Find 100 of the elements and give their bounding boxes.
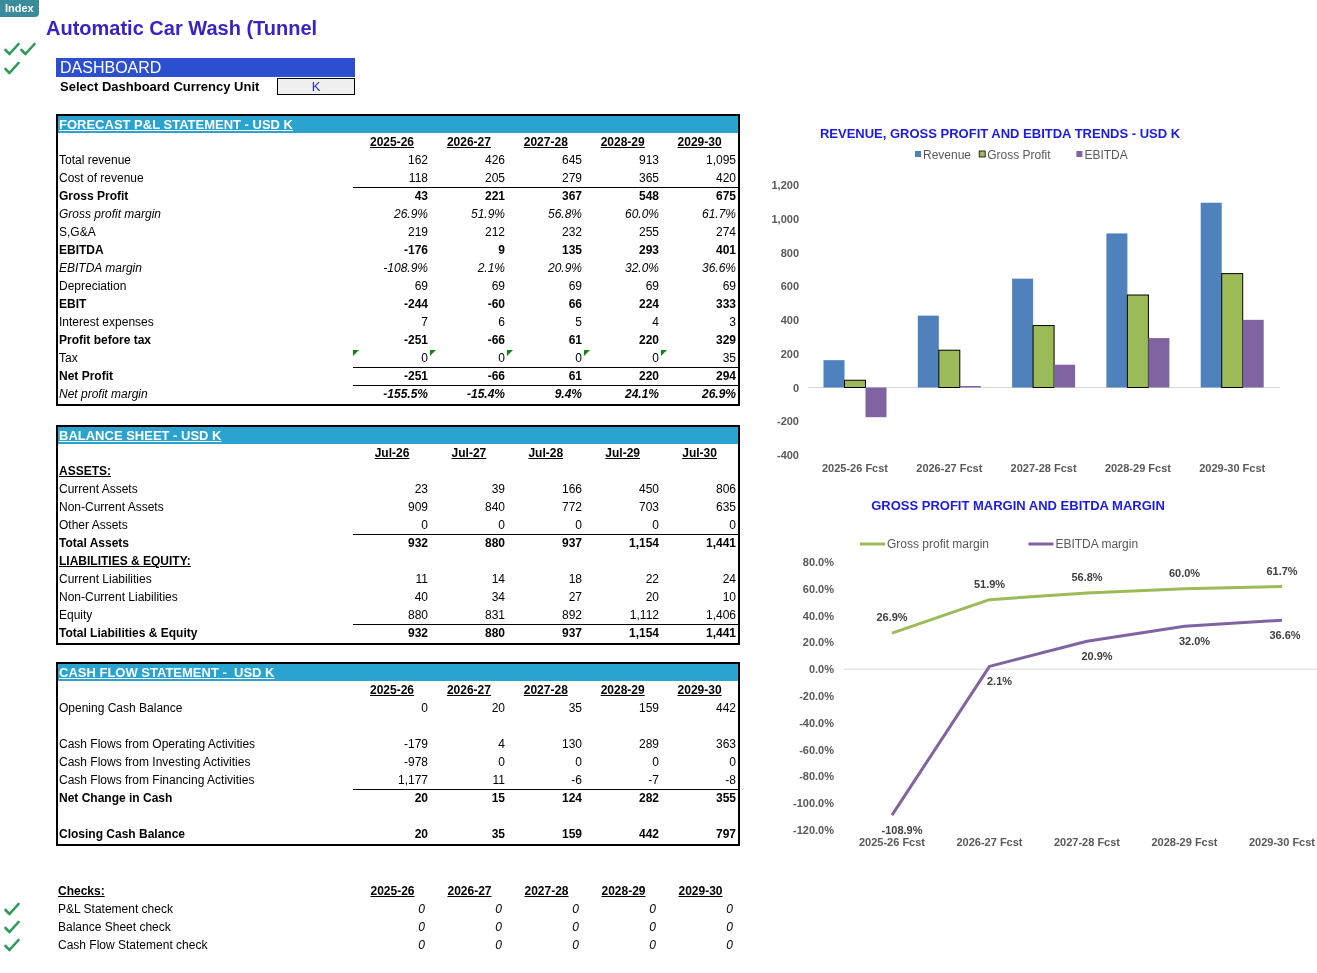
legend-label: Gross Profit [987, 148, 1051, 162]
table-cell: 937 [561, 625, 582, 642]
axis-label: -40.0% [799, 716, 834, 729]
axis-label: 1,000 [771, 212, 799, 225]
table-cell: 20 [645, 589, 659, 606]
axis-label: 1,200 [771, 179, 799, 191]
row-label: Current Liabilities [58, 571, 153, 588]
table-cell: 35 [568, 700, 582, 717]
table-cell: 212 [484, 224, 505, 241]
table-cell-text: 0 [649, 901, 656, 918]
row-label: Cost of revenue [58, 170, 145, 187]
column-header: 2029-30 [678, 883, 723, 900]
row-label: Total revenue [58, 152, 133, 169]
index-tab[interactable]: Index [0, 0, 39, 17]
column-header: Jul-26 [374, 445, 410, 462]
table-cell: 11 [415, 571, 428, 588]
table-cell: 3 [729, 314, 736, 331]
table-cell: -15.4% [466, 386, 505, 403]
table-cell: 880 [407, 607, 428, 624]
table-cell: 69 [722, 278, 736, 295]
column-header: 2026-27 [447, 883, 492, 900]
column-header: Jul-30 [682, 445, 717, 462]
table-cell: 219 [407, 224, 428, 241]
table-cell: 20 [414, 790, 428, 807]
row-label: Depreciation [58, 278, 128, 295]
row-label: Balance Sheet check [58, 919, 172, 936]
axis-label: -80.0% [799, 770, 834, 783]
table-cell: 18 [568, 571, 582, 588]
axis-label: 80.0% [802, 556, 834, 568]
row-label: Total Assets [58, 535, 131, 552]
column-header: 2026-27 [446, 134, 491, 151]
table-cell-text: 0 [649, 919, 656, 936]
table-cell: 293 [638, 242, 659, 259]
section-label: ASSETS: [58, 463, 112, 480]
table-cell: 0 [729, 517, 736, 534]
data-label: 32.0% [1178, 635, 1211, 648]
table-cell: 23 [414, 481, 428, 498]
table-cell: -244 [403, 296, 428, 313]
legend-label: Gross profit margin [887, 537, 990, 551]
table-cell: 166 [561, 481, 582, 498]
section-title: CASH FLOW STATEMENT - USD K [59, 663, 275, 682]
table-cell: 220 [638, 368, 659, 385]
data-label: 56.8% [1071, 571, 1103, 584]
table-cell-text: 0 [418, 919, 425, 936]
table-cell: 426 [484, 152, 505, 169]
table-cell-text: 0 [649, 937, 656, 954]
row-label: Cash Flows from Financing Activities [58, 772, 256, 789]
table-cell: 880 [484, 625, 505, 642]
table-cell: 1,177 [397, 772, 428, 789]
table-cell: 11 [492, 772, 505, 789]
table-cell: 61 [568, 332, 582, 349]
table-cell: 69 [414, 278, 428, 295]
section-label: LIABILITIES & EQUITY: [58, 553, 192, 570]
row-label: Equity [58, 607, 94, 624]
table-cell: 367 [561, 188, 582, 205]
column-header: 2028-29 [600, 134, 645, 151]
table-cell: -108.9% [383, 260, 428, 277]
row-label: EBIT [58, 296, 88, 313]
table-cell: 69 [568, 278, 582, 295]
table-cell: 1,441 [705, 535, 736, 552]
field-label: Select Dashboard Currency Unit [59, 77, 261, 96]
table-cell: 806 [715, 481, 736, 498]
table-cell: 7 [421, 314, 428, 331]
data-label: 61.7% [1266, 564, 1298, 577]
column-header: 2026-27 [446, 682, 491, 699]
row-label: Interest expenses [58, 314, 155, 331]
error-flag-icon [507, 350, 513, 356]
axis-label: 60.0% [802, 582, 834, 595]
row-label: Gross Profit [58, 188, 130, 205]
table-cell: 0 [652, 754, 659, 771]
currency-field[interactable]: K [277, 78, 355, 95]
section-label: Checks: [58, 883, 106, 900]
column-header: 2025-26 [370, 134, 415, 151]
column-header: 2028-29 [601, 883, 646, 900]
column-header: Jul-27 [451, 445, 487, 462]
table-cell: 635 [715, 499, 736, 516]
table-cell: 0 [421, 517, 428, 534]
table-cell: 1,406 [705, 607, 736, 624]
axis-label: 2029-30 Fcst [1249, 836, 1315, 848]
row-label: Non-Current Assets [58, 499, 165, 516]
axis-label: -200 [776, 415, 799, 428]
data-label: 60.0% [1168, 566, 1201, 579]
table-cell: 9 [498, 242, 505, 259]
table-cell: 15 [491, 790, 505, 807]
row-label: Total Liabilities & Equity [58, 625, 199, 642]
table-cell: 5 [575, 314, 582, 331]
table-cell-text: 0 [495, 937, 502, 954]
section-title: FORECAST P&L STATEMENT - USD K [59, 115, 293, 134]
table-cell: -176 [403, 242, 428, 259]
page-title: Automatic Car Wash (Tunnel [46, 17, 318, 39]
table-cell: 937 [561, 535, 582, 552]
table-cell: 0 [652, 350, 659, 367]
row-label: EBITDA [58, 242, 105, 259]
table-cell: -251 [403, 368, 428, 385]
legend-label: EBITDA margin [1055, 537, 1139, 551]
table-cell-text: 0 [495, 901, 502, 918]
axis-label: 2027-28 Fcst [1054, 836, 1120, 848]
table-cell: 1,441 [705, 625, 736, 642]
axis-label: 0 [792, 381, 799, 394]
table-cell: 1,112 [629, 607, 659, 624]
